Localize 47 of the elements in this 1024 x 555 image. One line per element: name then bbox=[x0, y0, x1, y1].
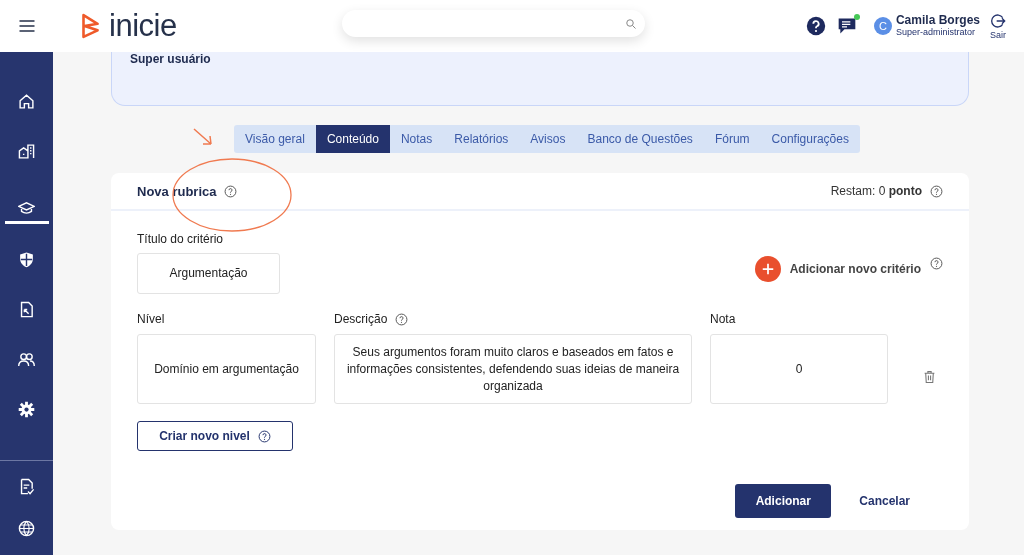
input-field[interactable]: Argumentação bbox=[137, 253, 280, 294]
column-label: Nível bbox=[137, 312, 165, 326]
graduation-cap-icon bbox=[18, 200, 35, 217]
shield-icon bbox=[18, 251, 35, 268]
globe-icon bbox=[18, 520, 35, 537]
help-icon bbox=[930, 184, 943, 198]
cancel-button[interactable]: Cancelar bbox=[848, 494, 921, 508]
report-icon bbox=[18, 478, 35, 495]
remaining-points: Restam: 0 ponto bbox=[830, 184, 922, 198]
trash-icon[interactable] bbox=[923, 370, 936, 384]
tab[interactable]: Avisos bbox=[519, 125, 577, 153]
role-label: Super usuário bbox=[130, 52, 211, 66]
building-icon bbox=[18, 143, 35, 160]
input-field[interactable]: 0 bbox=[710, 334, 888, 404]
tab[interactable]: Configurações bbox=[760, 125, 860, 153]
add-criterion-button[interactable]: Adicionar novo critério bbox=[754, 256, 921, 282]
card-title: Nova rubrica bbox=[137, 183, 217, 199]
logout-button[interactable]: Sair bbox=[990, 12, 1006, 40]
help-icon[interactable] bbox=[805, 16, 826, 36]
field-label: Título do critério bbox=[137, 232, 225, 246]
input-field[interactable]: Domínio em argumentação bbox=[137, 334, 316, 404]
text-area[interactable]: Seus argumentos foram muito claros e baseados em fatos e informações consistentes, defendendo suas ideias de maneira organizada bbox=[334, 334, 692, 404]
column-label: Descrição bbox=[334, 312, 388, 326]
document-icon bbox=[18, 301, 35, 318]
tab[interactable]: Relatórios bbox=[443, 125, 520, 153]
tab[interactable]: Visão geral bbox=[234, 125, 316, 153]
create-level-button[interactable]: Criar novo nivel bbox=[137, 421, 293, 451]
user-role: Super-administrator bbox=[895, 27, 975, 38]
help-icon bbox=[930, 256, 943, 270]
home-icon bbox=[18, 93, 35, 110]
search-field[interactable] bbox=[342, 10, 645, 37]
brand-name: inicie bbox=[109, 8, 177, 44]
tab[interactable]: Conteúdo bbox=[315, 125, 390, 153]
tab[interactable]: Notas bbox=[389, 125, 444, 153]
help-icon bbox=[395, 312, 409, 326]
add-button[interactable]: Adicionar bbox=[735, 484, 832, 518]
help-icon bbox=[224, 184, 238, 198]
tab[interactable]: Banco de Questões bbox=[576, 125, 704, 153]
people-icon bbox=[18, 351, 35, 368]
avatar: C bbox=[873, 17, 892, 35]
logout-icon bbox=[990, 12, 1006, 29]
help-icon bbox=[257, 429, 271, 443]
plus-icon bbox=[760, 262, 775, 276]
settings-icon bbox=[18, 401, 35, 418]
tab[interactable]: Fórum bbox=[703, 125, 761, 153]
user-name: Camila Borges bbox=[895, 14, 980, 28]
column-label: Nota bbox=[710, 312, 736, 326]
